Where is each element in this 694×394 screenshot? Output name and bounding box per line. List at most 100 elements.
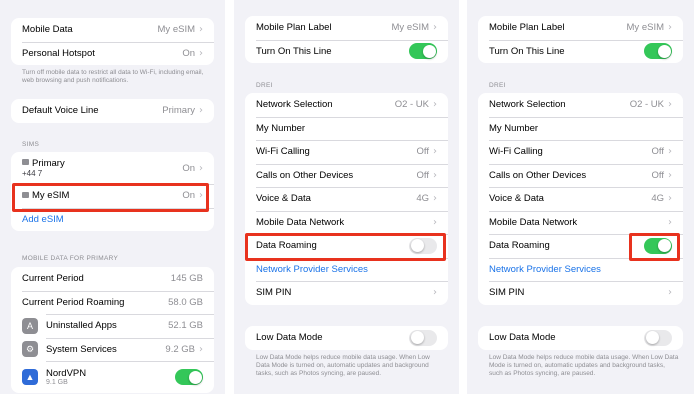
voice-data-value: 4G [416, 193, 429, 205]
mobile-plan-label-label: Mobile Plan Label [256, 22, 332, 34]
usage-section-header: MOBILE DATA FOR PRIMARY [22, 255, 119, 262]
carrier-group: Network Selection O2 - UK › My Number Wi… [245, 93, 448, 305]
sim-primary-row[interactable]: Primary +44 7 On › [11, 152, 214, 184]
my-number-label: My Number [256, 122, 306, 134]
add-esim-link[interactable]: Add eSIM [22, 214, 203, 225]
low-data-mode-row: Low Data Mode [478, 326, 683, 350]
chevron-right-icon: › [199, 162, 203, 174]
chevron-right-icon: › [668, 287, 672, 299]
nordvpn-toggle[interactable] [175, 369, 203, 385]
mobile-data-caption: Turn off mobile data to restrict all dat… [22, 69, 204, 84]
current-period-roaming-row: Current Period Roaming 58.0 GB [11, 290, 214, 315]
carrier-group: Network Selection O2 - UK › My Number Wi… [478, 93, 683, 305]
chevron-right-icon: › [668, 193, 672, 205]
default-voice-group: Default Voice Line Primary › [11, 99, 214, 123]
calls-other-devices-label: Calls on Other Devices [489, 169, 587, 181]
sim-primary-text: Primary +44 7 [22, 158, 182, 178]
chevron-right-icon: › [668, 99, 672, 111]
uninstalled-apps-label: Uninstalled Apps [46, 320, 117, 332]
chevron-right-icon: › [433, 146, 437, 158]
voice-data-row[interactable]: Voice & Data 4G › [245, 187, 448, 211]
app-store-icon: A [22, 317, 38, 334]
plan-group: Mobile Plan Label My eSIM › Turn On This… [245, 16, 448, 63]
voice-data-label: Voice & Data [256, 193, 311, 205]
chevron-right-icon: › [433, 216, 437, 228]
network-selection-label: Network Selection [256, 99, 333, 111]
mobile-plan-label-row[interactable]: Mobile Plan Label My eSIM › [245, 16, 448, 40]
system-services-value: 9.2 GB [165, 343, 195, 355]
mobile-plan-label-value: My eSIM [626, 22, 664, 34]
sims-section-header: SIMs [22, 141, 40, 148]
system-services-row[interactable]: ⚙ System Services 9.2 GB › [11, 337, 214, 362]
chevron-right-icon: › [433, 193, 437, 205]
usage-group: Current Period 145 GB Current Period Roa… [11, 267, 214, 393]
network-selection-value: O2 - UK [394, 99, 429, 111]
chevron-right-icon: › [668, 146, 672, 158]
default-voice-line-row[interactable]: Default Voice Line Primary › [11, 99, 214, 123]
turn-on-line-label: Turn On This Line [489, 45, 565, 57]
mobile-data-network-row[interactable]: Mobile Data Network › [478, 210, 683, 235]
default-voice-line-value: Primary [162, 105, 195, 117]
mobile-data-row[interactable]: Mobile Data My eSIM › [11, 18, 214, 42]
carrier-section-header: DREI [489, 82, 506, 89]
low-data-mode-toggle[interactable] [409, 329, 437, 346]
default-voice-line-label: Default Voice Line [22, 105, 99, 117]
network-selection-label: Network Selection [489, 99, 566, 111]
toggle-knob [657, 44, 671, 58]
esim-highlight-box [12, 183, 209, 212]
calls-other-devices-label: Calls on Other Devices [256, 169, 354, 181]
mobile-plan-label-row[interactable]: Mobile Plan Label My eSIM › [478, 16, 683, 40]
wifi-calling-value: Off [416, 146, 430, 158]
nordvpn-usage: 9.1 GB [46, 379, 68, 386]
chevron-right-icon: › [199, 24, 203, 36]
sim-pin-row[interactable]: SIM PIN › [245, 281, 448, 305]
chevron-right-icon: › [668, 169, 672, 181]
chevron-right-icon: › [199, 105, 203, 117]
network-provider-services-row[interactable]: Network Provider Services [245, 257, 448, 282]
nordvpn-icon: ▲ [22, 369, 38, 385]
mobile-data-network-label: Mobile Data Network [256, 216, 345, 228]
network-provider-services-row[interactable]: Network Provider Services [478, 257, 683, 282]
my-number-label: My Number [489, 122, 539, 134]
low-data-mode-label: Low Data Mode [256, 332, 323, 344]
voice-data-row[interactable]: Voice & Data 4G › [478, 187, 683, 211]
mobile-data-group: Mobile Data My eSIM › Personal Hotspot O… [11, 18, 214, 65]
voice-data-value: 4G [651, 193, 664, 205]
uninstalled-apps-row[interactable]: A Uninstalled Apps 52.1 GB [11, 314, 214, 338]
mobile-plan-label-value: My eSIM [391, 22, 429, 34]
mobile-data-network-row[interactable]: Mobile Data Network › [245, 210, 448, 235]
my-number-row[interactable]: My Number [478, 116, 683, 141]
low-data-mode-toggle[interactable] [644, 329, 672, 346]
wifi-calling-label: Wi-Fi Calling [489, 146, 543, 158]
turn-on-line-toggle[interactable] [644, 43, 672, 60]
wifi-calling-row[interactable]: Wi-Fi Calling Off › [245, 140, 448, 164]
network-selection-row[interactable]: Network Selection O2 - UK › [245, 93, 448, 117]
current-period-roaming-value: 58.0 GB [168, 296, 203, 308]
toggle-knob [410, 331, 424, 345]
mobile-plan-label-label: Mobile Plan Label [489, 22, 565, 34]
calls-other-devices-row[interactable]: Calls on Other Devices Off › [478, 163, 683, 188]
low-data-group: Low Data Mode [245, 326, 448, 350]
nordvpn-label: NordVPN [46, 368, 87, 379]
sim-pin-row[interactable]: SIM PIN › [478, 281, 683, 305]
wifi-calling-row[interactable]: Wi-Fi Calling Off › [478, 140, 683, 164]
data-roaming-highlight-box [629, 233, 680, 261]
personal-hotspot-row[interactable]: Personal Hotspot On › [11, 41, 214, 66]
low-data-caption: Low Data Mode helps reduce mobile data u… [256, 354, 430, 377]
chevron-right-icon: › [433, 169, 437, 181]
low-data-group: Low Data Mode [478, 326, 683, 350]
turn-on-line-row: Turn On This Line [478, 39, 683, 64]
network-selection-row[interactable]: Network Selection O2 - UK › [478, 93, 683, 117]
turn-on-line-toggle[interactable] [409, 43, 437, 60]
mobile-data-settings-panel: Mobile Data My eSIM › Personal Hotspot O… [0, 0, 225, 394]
chevron-right-icon: › [199, 343, 203, 355]
network-provider-services-link[interactable]: Network Provider Services [489, 264, 672, 275]
calls-other-devices-value: Off [651, 169, 665, 181]
sim-primary-number: +44 7 [22, 169, 43, 178]
mobile-data-network-label: Mobile Data Network [489, 216, 578, 228]
wifi-calling-label: Wi-Fi Calling [256, 146, 310, 158]
chevron-right-icon: › [433, 99, 437, 111]
network-provider-services-link[interactable]: Network Provider Services [256, 264, 437, 275]
my-number-row[interactable]: My Number [245, 116, 448, 141]
calls-other-devices-row[interactable]: Calls on Other Devices Off › [245, 163, 448, 188]
